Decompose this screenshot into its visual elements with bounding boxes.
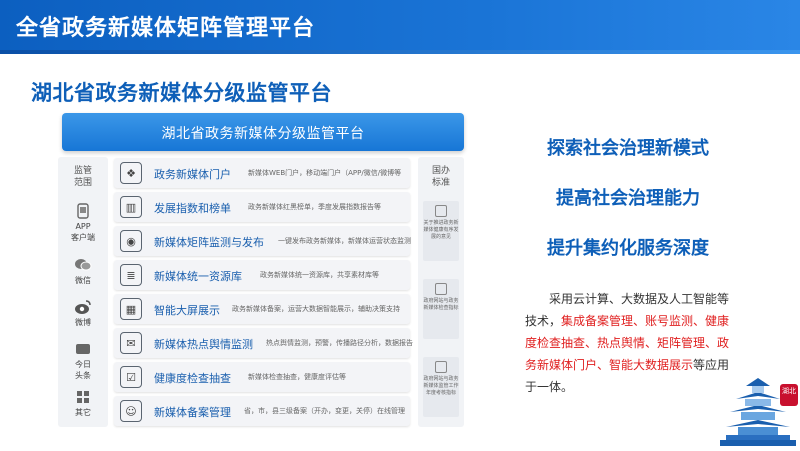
module-desc: 政务新媒体备案，运营大数据智能展示，辅助决策支持	[232, 305, 400, 313]
module-title: 健康度检查抽查	[154, 372, 231, 385]
module-title: 发展指数和榜单	[154, 202, 231, 215]
scope-label: APP	[75, 222, 91, 231]
platform-diagram: 湖北省政务新媒体分级监管平台 监管 范围 APP 客户端 微信 微博 今日 头条…	[58, 112, 466, 430]
standard-doc-text: 关于推进政务新媒体健康有序发展的意见	[423, 220, 459, 240]
module-row-monitor[interactable]: ◉ 新媒体矩阵监测与发布 一键发布政务新媒体，新媒体运营状态监测	[114, 226, 411, 256]
module-desc: 新媒体WEB门户，移动端门户（APP/微信/微博等	[248, 169, 402, 177]
module-desc: 一键发布政务新媒体，新媒体运营状态监测	[278, 237, 411, 245]
module-title: 新媒体矩阵监测与发布	[154, 236, 264, 249]
module-title: 智能大屏展示	[154, 304, 220, 317]
phone-icon	[72, 201, 94, 221]
scope-label: 今日	[75, 360, 91, 369]
module-row-portal[interactable]: ❖ 政务新媒体门户 新媒体WEB门户，移动端门户（APP/微信/微博等	[114, 158, 410, 188]
module-desc: 省，市，县三级备案（开办，变更，关停）在线管理	[244, 407, 405, 415]
module-desc: 热点舆情监测，预警，传播路径分析，数据报告	[266, 339, 413, 347]
module-row-screen[interactable]: ▦ 智能大屏展示 政务新媒体备案，运营大数据智能展示，辅助决策支持	[114, 294, 410, 324]
scope-item-app[interactable]: APP 客户端	[64, 201, 102, 243]
layers-icon: ≣	[120, 264, 142, 286]
scope-title-2: 范围	[73, 178, 92, 188]
page-title: 全省政务新媒体矩阵管理平台	[16, 16, 316, 41]
grid-icon	[72, 387, 94, 407]
module-row-opinion[interactable]: ✉ 新媒体热点舆情监测 热点舆情监测，预警，传播路径分析，数据报告	[114, 328, 413, 358]
scope-item-toutiao[interactable]: 今日 头条	[64, 339, 102, 381]
header-bar: 全省政务新媒体矩阵管理平台	[0, 0, 800, 54]
screen-icon: ▦	[120, 298, 142, 320]
document-icon	[435, 205, 447, 217]
module-title: 新媒体统一资源库	[154, 270, 242, 283]
national-standard-column: 国办 标准 关于推进政务新媒体健康有序发展的意见 政府网站与政务新媒体检查指标 …	[418, 157, 464, 427]
scope-item-other[interactable]: 其它	[64, 387, 102, 418]
scope-label: 其它	[75, 408, 91, 417]
yellow-crane-tower-illustration: 湖北	[716, 372, 800, 451]
module-row-index[interactable]: ▥ 发展指数和榜单 政务新媒体红黑榜单，季度发展指数报告等	[114, 192, 410, 222]
platform-header: 湖北省政务新媒体分级监管平台	[62, 113, 464, 151]
feature-1: 探索社会治理新模式	[547, 138, 709, 159]
eye-icon: ◉	[120, 230, 142, 252]
user-icon: ☺	[120, 400, 142, 422]
standard-doc[interactable]: 政府网站与政务新媒体监管工作年度考核指标	[423, 357, 459, 417]
document-icon	[435, 283, 447, 295]
module-row-health[interactable]: ☑ 健康度检查抽查 新媒体检查抽查，健康度评估等	[114, 362, 410, 392]
scope-item-weibo[interactable]: 微博	[64, 297, 102, 328]
module-title: 政务新媒体门户	[154, 168, 231, 181]
bar-chart-icon: ▥	[120, 196, 142, 218]
toutiao-icon	[72, 339, 94, 359]
standard-doc-text: 政府网站与政务新媒体监管工作年度考核指标	[423, 376, 459, 396]
feature-3: 提升集约化服务深度	[547, 238, 709, 259]
scope-label: 客户端	[71, 233, 95, 242]
supervision-scope-column: 监管 范围 APP 客户端 微信 微博 今日 头条 其它	[58, 157, 108, 427]
checklist-icon: ☑	[120, 366, 142, 388]
standard-doc-text: 政府网站与政务新媒体检查指标	[423, 298, 459, 311]
module-row-resource[interactable]: ≣ 新媒体统一资源库 政务新媒体统一资源库，共享素材库等	[114, 260, 410, 290]
module-desc: 政务新媒体红黑榜单，季度发展指数报告等	[248, 203, 381, 211]
module-row-filing[interactable]: ☺ 新媒体备案管理 省，市，县三级备案（开办，变更，关停）在线管理	[114, 396, 410, 426]
standard-title-1: 国办	[431, 166, 450, 176]
scope-label: 微博	[75, 318, 91, 327]
hubei-seal-text: 湖北	[782, 387, 796, 395]
document-icon	[435, 361, 447, 373]
standard-doc[interactable]: 政府网站与政务新媒体检查指标	[423, 279, 459, 339]
weibo-icon	[72, 297, 94, 317]
scope-title-1: 监管	[73, 166, 92, 176]
module-title: 新媒体热点舆情监测	[154, 338, 253, 351]
module-desc: 新媒体检查抽查，健康度评估等	[248, 373, 346, 381]
scope-label: 微信	[75, 276, 91, 285]
scope-item-wechat[interactable]: 微信	[64, 255, 102, 286]
platform-header-label: 湖北省政务新媒体分级监管平台	[161, 126, 365, 142]
standard-doc[interactable]: 关于推进政务新媒体健康有序发展的意见	[423, 201, 459, 261]
chat-icon: ✉	[120, 332, 142, 354]
standard-title-2: 标准	[431, 178, 450, 188]
description-paragraph: 采用云计算、大数据及人工智能等技术，集成备案管理、账号监测、健康度检查抽查、热点…	[525, 288, 735, 398]
section-title: 湖北省政务新媒体分级监管平台	[31, 81, 332, 105]
module-title: 新媒体备案管理	[154, 406, 231, 419]
module-desc: 政务新媒体统一资源库，共享素材库等	[260, 271, 379, 279]
wechat-icon	[72, 255, 94, 275]
feature-2: 提高社会治理能力	[556, 188, 700, 209]
scope-label: 头条	[75, 371, 91, 380]
apps-icon: ❖	[120, 162, 142, 184]
